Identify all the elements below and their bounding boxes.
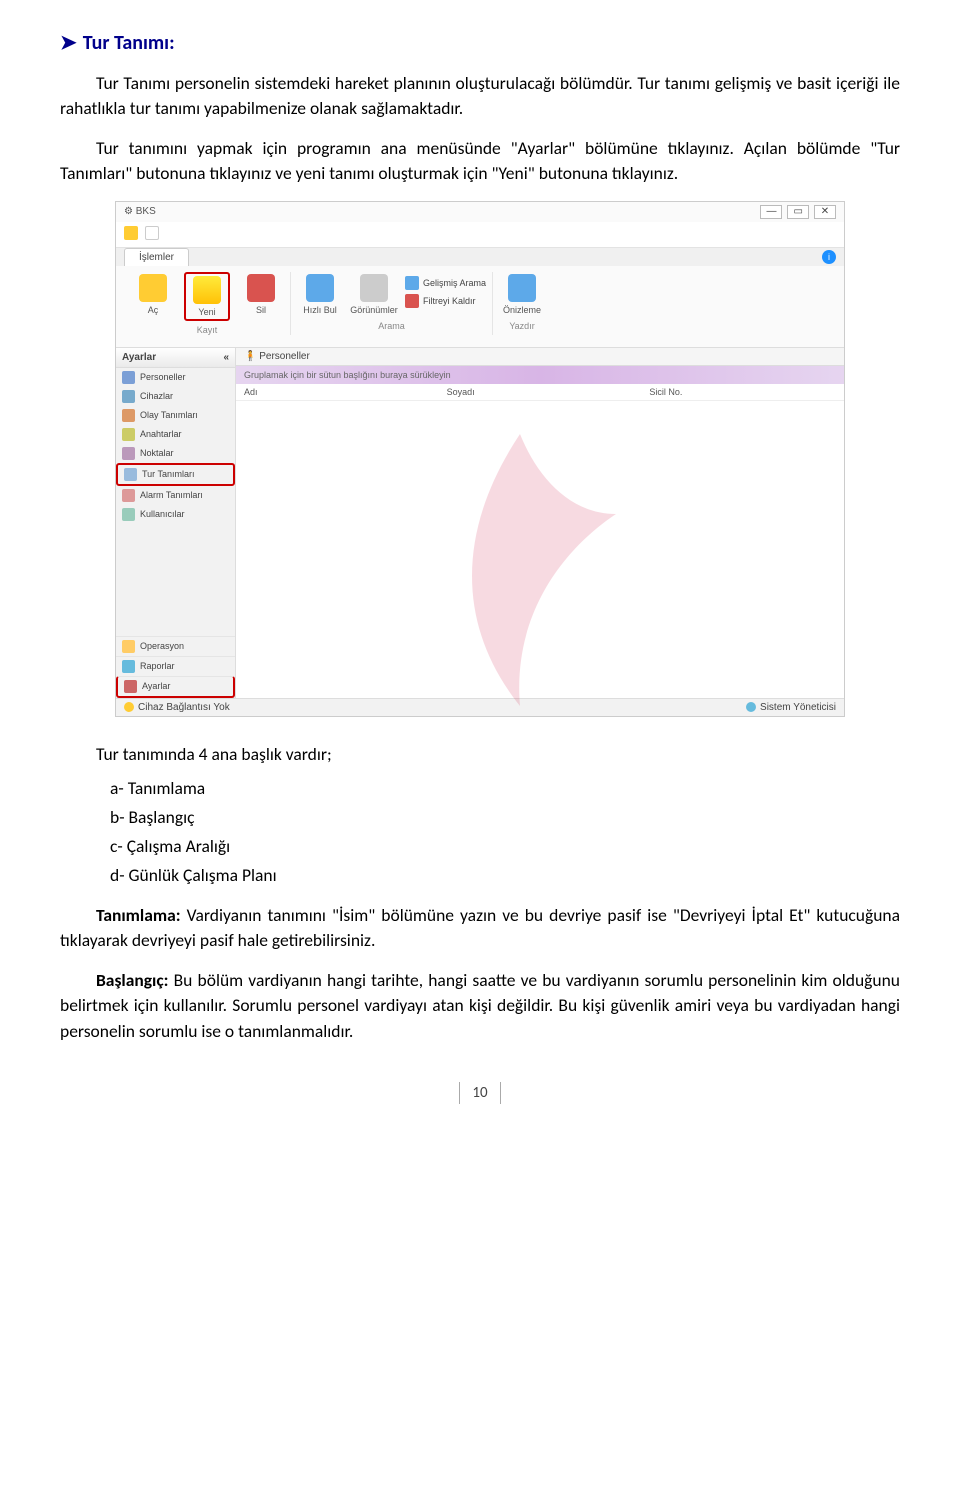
tanimlama-paragraph: Tanımlama: Vardiyanın tanımını "İsim" bö… bbox=[60, 903, 900, 954]
close-button[interactable]: ✕ bbox=[814, 205, 836, 219]
status-connection: Cihaz Bağlantısı Yok bbox=[124, 702, 230, 713]
sidebar-header: Ayarlar« bbox=[116, 348, 235, 368]
event-icon bbox=[122, 409, 135, 422]
col-adi[interactable]: Adı bbox=[236, 387, 439, 397]
filterclear-icon bbox=[405, 294, 419, 308]
point-icon bbox=[122, 447, 135, 460]
settings-icon bbox=[124, 680, 137, 693]
app-screenshot: ⚙ BKS — ▭ ✕ İşlemler i Aç Yeni bbox=[115, 201, 845, 717]
tour-icon bbox=[124, 468, 137, 481]
alarm-icon bbox=[122, 489, 135, 502]
sidebar-raporlar[interactable]: Raporlar bbox=[116, 656, 235, 676]
list-item-b: b- Başlangıç bbox=[110, 804, 900, 831]
col-sicilno[interactable]: Sicil No. bbox=[641, 387, 844, 397]
options-list: a- Tanımlama b- Başlangıç c- Çalışma Ara… bbox=[110, 775, 900, 890]
sidebar-olay-tanimlari[interactable]: Olay Tanımları bbox=[116, 406, 235, 425]
open-icon bbox=[139, 274, 167, 302]
heading-text: Tur Tanımı: bbox=[83, 31, 175, 55]
advsearch-icon bbox=[405, 276, 419, 290]
maximize-button[interactable]: ▭ bbox=[787, 205, 809, 219]
column-headers[interactable]: Adı Soyadı Sicil No. bbox=[236, 384, 844, 401]
sidebar-alarm-tanimlari[interactable]: Alarm Tanımları bbox=[116, 486, 235, 505]
search-icon bbox=[306, 274, 334, 302]
gelismis-arama-button[interactable]: Gelişmiş Arama bbox=[405, 276, 486, 290]
arrow-icon: ➤ bbox=[60, 31, 77, 55]
key-icon bbox=[122, 428, 135, 441]
filtreyi-kaldir-button[interactable]: Filtreyi Kaldır bbox=[405, 294, 486, 308]
status-user: Sistem Yöneticisi bbox=[746, 702, 836, 713]
yeni-button[interactable]: Yeni bbox=[184, 272, 230, 321]
users-icon bbox=[122, 508, 135, 521]
sidebar-operasyon[interactable]: Operasyon bbox=[116, 636, 235, 656]
list-item-d: d- Günlük Çalışma Planı bbox=[110, 862, 900, 889]
list-item-c: c- Çalışma Aralığı bbox=[110, 833, 900, 860]
hizlibul-button[interactable]: Hızlı Bul bbox=[297, 272, 343, 317]
window-titlebar: ⚙ BKS — ▭ ✕ bbox=[116, 202, 844, 222]
delete-icon bbox=[247, 274, 275, 302]
baslangic-text: Bu bölüm vardiyanın hangi tarihte, hangi… bbox=[60, 969, 900, 1042]
sil-button[interactable]: Sil bbox=[238, 272, 284, 321]
groupby-header[interactable]: Gruplamak için bir sütun başlığını buray… bbox=[236, 366, 844, 384]
baslangic-label: Başlangıç: bbox=[96, 969, 169, 991]
main-panel: 🧍 Personeller Gruplamak için bir sütun b… bbox=[236, 348, 844, 698]
baslangic-paragraph: Başlangıç: Bu bölüm vardiyanın hangi tar… bbox=[60, 968, 900, 1044]
tab-strip: İşlemler i bbox=[116, 248, 844, 266]
sub-heading: Tur tanımında 4 ana başlık vardır; bbox=[60, 743, 900, 765]
views-icon bbox=[360, 274, 388, 302]
sidebar-noktalar[interactable]: Noktalar bbox=[116, 444, 235, 463]
window-title: ⚙ BKS bbox=[124, 206, 156, 217]
info-icon[interactable]: i bbox=[822, 250, 836, 264]
sidebar-personeller[interactable]: Personeller bbox=[116, 368, 235, 387]
page-number: 10 bbox=[60, 1084, 900, 1102]
preview-icon bbox=[508, 274, 536, 302]
col-soyadi[interactable]: Soyadı bbox=[439, 387, 642, 397]
ribbon: Aç Yeni Sil Kayıt Hızlı Bul bbox=[116, 266, 844, 348]
folder-icon[interactable] bbox=[124, 226, 138, 240]
minimize-button[interactable]: — bbox=[760, 205, 782, 219]
sidebar-tur-tanimlari[interactable]: Tur Tanımları bbox=[116, 463, 235, 486]
sidebar-cihazlar[interactable]: Cihazlar bbox=[116, 387, 235, 406]
menubar bbox=[116, 222, 844, 248]
device-icon bbox=[122, 390, 135, 403]
user-icon bbox=[746, 702, 756, 712]
new-icon bbox=[193, 276, 221, 304]
tanimlama-label: Tanımlama: bbox=[96, 904, 181, 926]
main-tab[interactable]: 🧍 Personeller bbox=[236, 348, 844, 366]
doc-icon[interactable] bbox=[145, 226, 159, 240]
onizleme-button[interactable]: Önizleme bbox=[499, 272, 545, 317]
group-label-kayit: Kayıt bbox=[197, 325, 218, 335]
ac-button[interactable]: Aç bbox=[130, 272, 176, 321]
gorunumler-button[interactable]: Görünümler bbox=[351, 272, 397, 317]
operation-icon bbox=[122, 640, 135, 653]
intro-paragraph-2: Tur tanımını yapmak için programın ana m… bbox=[60, 136, 900, 187]
person-icon bbox=[122, 371, 135, 384]
group-label-yazdir: Yazdır bbox=[509, 321, 534, 331]
islemler-tab[interactable]: İşlemler bbox=[124, 248, 189, 266]
status-bar: Cihaz Bağlantısı Yok Sistem Yöneticisi bbox=[116, 698, 844, 716]
conn-icon bbox=[124, 702, 134, 712]
reports-icon bbox=[122, 660, 135, 673]
sidebar: Ayarlar« Personeller Cihazlar Olay Tanım… bbox=[116, 348, 236, 698]
sidebar-kullanicilar[interactable]: Kullanıcılar bbox=[116, 505, 235, 524]
sidebar-ayarlar[interactable]: Ayarlar bbox=[116, 676, 235, 698]
section-heading: ➤Tur Tanımı: bbox=[60, 30, 900, 55]
list-item-a: a- Tanımlama bbox=[110, 775, 900, 802]
intro-paragraph-1: Tur Tanımı personelin sistemdeki hareket… bbox=[60, 71, 900, 122]
window-buttons: — ▭ ✕ bbox=[758, 205, 836, 219]
tanimlama-text: Vardiyanın tanımını "İsim" bölümüne yazı… bbox=[60, 904, 900, 951]
sidebar-anahtarlar[interactable]: Anahtarlar bbox=[116, 425, 235, 444]
group-label-arama: Arama bbox=[378, 321, 405, 331]
